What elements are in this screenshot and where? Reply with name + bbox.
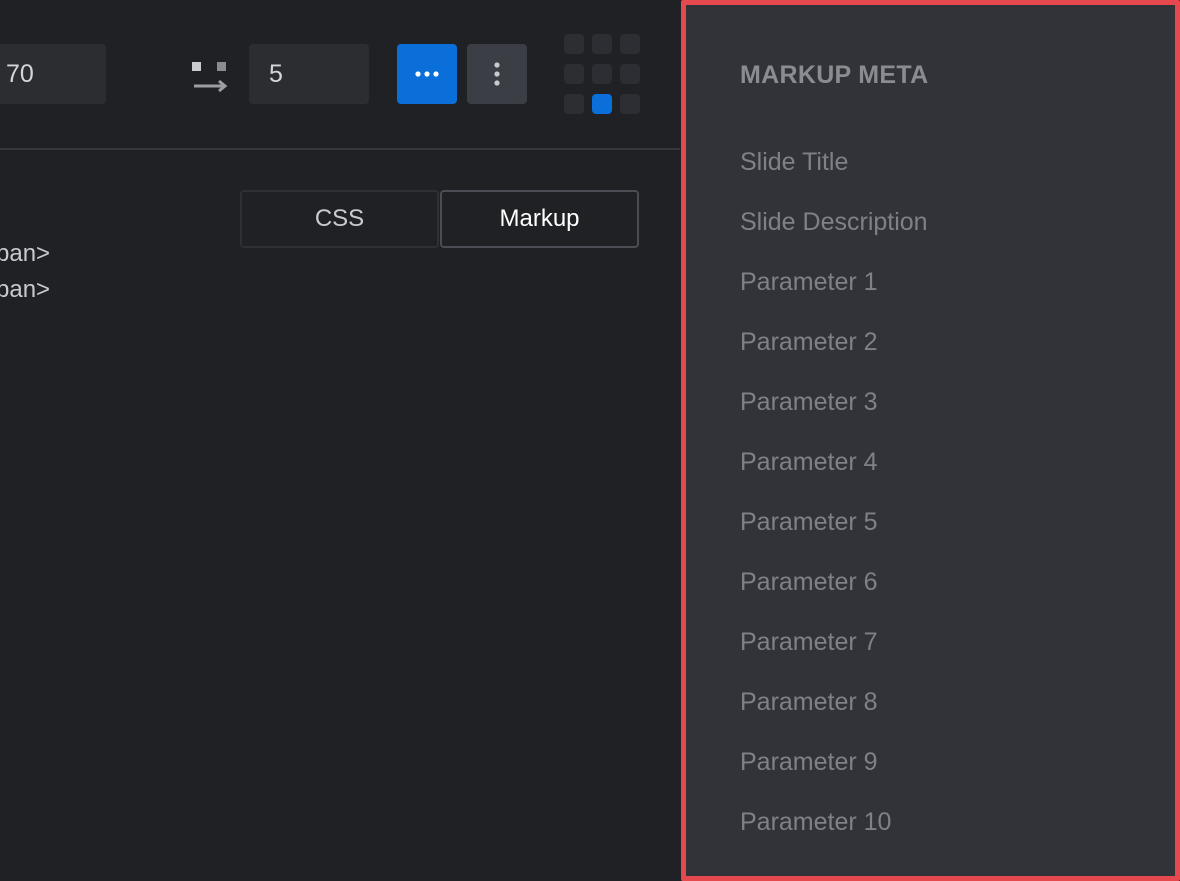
horizontal-gap-icon — [192, 62, 228, 93]
grid-cell[interactable] — [592, 64, 612, 84]
grid-cell[interactable] — [620, 94, 640, 114]
meta-item-parameter-10[interactable]: Parameter 10 — [740, 808, 891, 837]
tab-css[interactable]: CSS — [240, 190, 439, 248]
grid-cell[interactable] — [620, 64, 640, 84]
grid-cell[interactable] — [564, 64, 584, 84]
gap-input[interactable]: 5 — [249, 44, 369, 104]
toolbar: 70 5 — [0, 0, 680, 150]
tab-markup[interactable]: Markup — [440, 190, 639, 248]
grid-cell[interactable] — [620, 34, 640, 54]
grid-cell-selected[interactable] — [592, 94, 612, 114]
meta-item-parameter-5[interactable]: Parameter 5 — [740, 508, 878, 537]
grid-cell[interactable] — [564, 94, 584, 114]
app-window: 70 5 CSS Markup pan> pan> MARKUP META Sl… — [0, 0, 1180, 881]
grid-cell[interactable] — [592, 34, 612, 54]
meta-item-parameter-8[interactable]: Parameter 8 — [740, 688, 878, 717]
ellipsis-vertical-icon — [494, 62, 500, 86]
meta-item-parameter-2[interactable]: Parameter 2 — [740, 328, 878, 357]
meta-item-slide-description[interactable]: Slide Description — [740, 208, 928, 237]
more-options-button[interactable] — [397, 44, 457, 104]
meta-item-parameter-3[interactable]: Parameter 3 — [740, 388, 878, 417]
alignment-grid-picker[interactable] — [564, 34, 640, 114]
meta-item-slide-title[interactable]: Slide Title — [740, 148, 848, 177]
meta-item-parameter-4[interactable]: Parameter 4 — [740, 448, 878, 477]
meta-item-parameter-7[interactable]: Parameter 7 — [740, 628, 878, 657]
grid-cell[interactable] — [564, 34, 584, 54]
code-line: pan> — [0, 240, 51, 267]
code-line: pan> — [0, 276, 51, 303]
panel-title: MARKUP META — [740, 61, 929, 89]
meta-item-parameter-1[interactable]: Parameter 1 — [740, 268, 878, 297]
meta-item-parameter-6[interactable]: Parameter 6 — [740, 568, 878, 597]
ellipsis-horizontal-icon — [415, 71, 439, 77]
meta-item-parameter-9[interactable]: Parameter 9 — [740, 748, 878, 777]
markup-meta-panel: MARKUP META Slide Title Slide Descriptio… — [681, 0, 1180, 881]
menu-button[interactable] — [467, 44, 527, 104]
columns-input[interactable]: 70 — [0, 44, 106, 104]
